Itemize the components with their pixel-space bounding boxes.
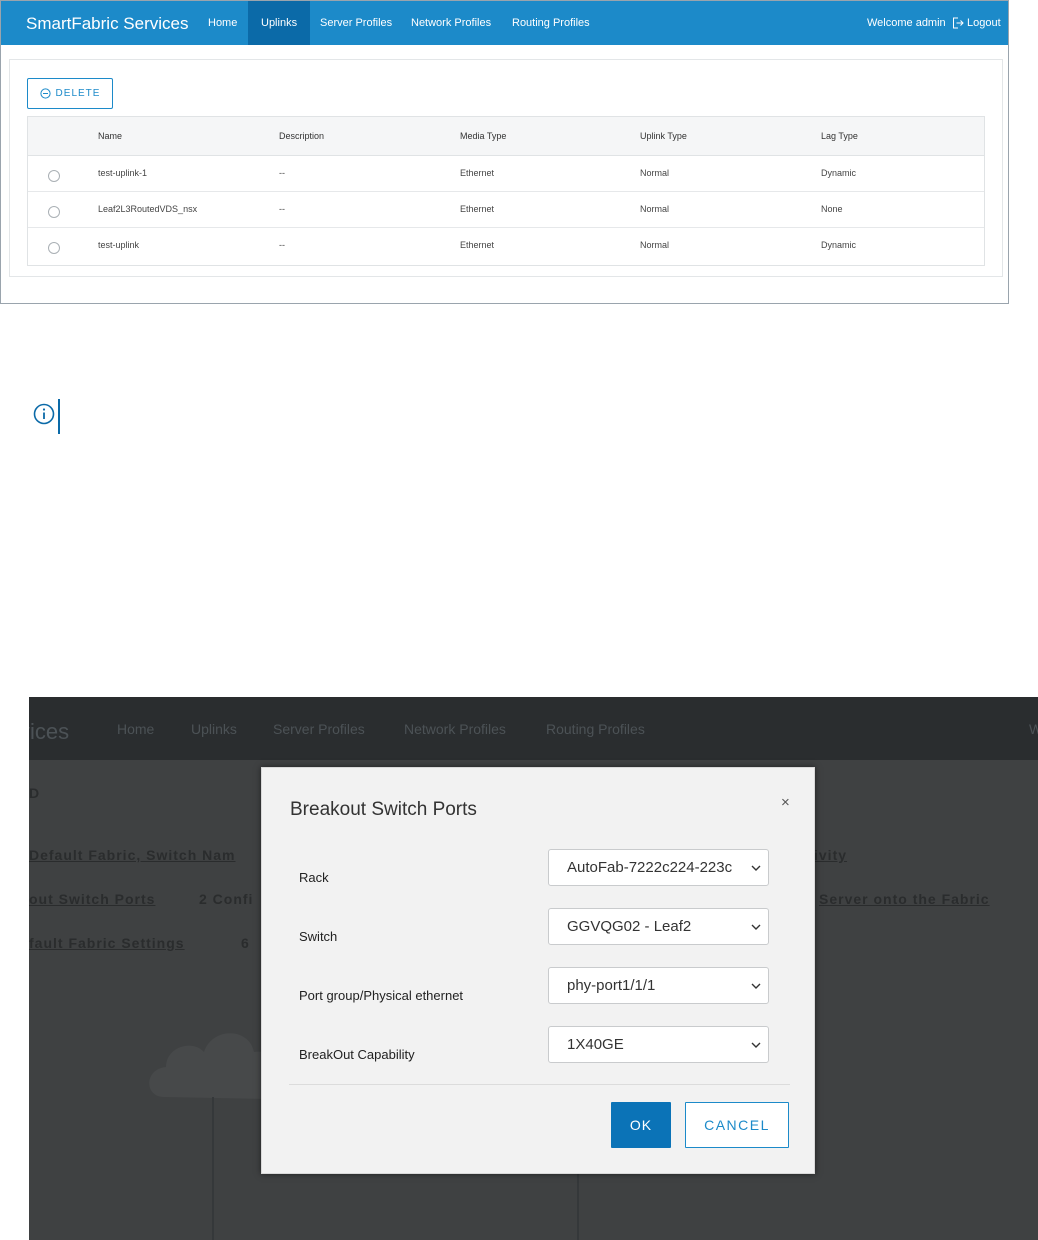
table-row[interactable]: test-uplink-1 -- Ethernet Normal Dynamic (28, 156, 984, 192)
table-row[interactable]: test-uplink -- Ethernet Normal Dynamic (28, 228, 984, 264)
port-group-value: phy-port1/1/1 (567, 977, 656, 994)
breakout-capability-label: BreakOut Capability (299, 1047, 415, 1062)
modal-divider (289, 1084, 790, 1085)
brand-title: SmartFabric Services (26, 14, 189, 33)
cell-name: test-uplink (98, 240, 140, 250)
breakout-switch-ports-modal: Breakout Switch Ports × Rack AutoFab-722… (261, 767, 815, 1174)
cell-uplink-type: Normal (640, 168, 670, 178)
note-divider (58, 399, 60, 434)
chevron-down-icon (751, 865, 761, 871)
column-header-media-type[interactable]: Media Type (460, 131, 506, 141)
dimmed-step-text: D (29, 785, 41, 801)
cell-lag-type: Dynamic (821, 240, 857, 250)
switch-select[interactable]: GGVQG02 - Leaf2 (548, 908, 769, 945)
topology-line (577, 1167, 579, 1240)
dimmed-step-link: ivity (814, 847, 848, 863)
nav-tab-routing-profiles[interactable]: Routing Profiles (499, 1, 603, 45)
dimmed-step-text: 2 Confi (199, 891, 254, 907)
row-select-radio[interactable] (48, 170, 60, 182)
cell-description: -- (279, 204, 285, 214)
ok-button[interactable]: OK (611, 1102, 671, 1148)
cell-description: -- (279, 168, 285, 178)
rack-select[interactable]: AutoFab-7222c224-223c (548, 849, 769, 886)
cancel-button[interactable]: CANCEL (685, 1102, 789, 1148)
dimmed-step-link: fault Fabric Settings (29, 935, 185, 951)
cell-lag-type: Dynamic (821, 168, 857, 178)
dimmed-nav-network-profiles: Network Profiles (404, 721, 506, 737)
chevron-down-icon (751, 924, 761, 930)
logout-label: Logout (967, 17, 1001, 29)
row-select-radio[interactable] (48, 206, 60, 218)
minus-circle-icon (39, 88, 51, 99)
info-icon (33, 403, 55, 425)
dimmed-nav-uplinks: Uplinks (191, 721, 237, 737)
column-header-uplink-type[interactable]: Uplink Type (640, 131, 687, 141)
switch-value: GGVQG02 - Leaf2 (567, 918, 692, 935)
port-group-select[interactable]: phy-port1/1/1 (548, 967, 769, 1004)
switch-label: Switch (299, 929, 338, 944)
dimmed-step-link: out Switch Ports (29, 891, 156, 907)
cell-uplink-type: Normal (640, 204, 670, 214)
topology-line (212, 1097, 214, 1240)
table-row[interactable]: Leaf2L3RoutedVDS_nsx -- Ethernet Normal … (28, 192, 984, 228)
column-header-lag-type[interactable]: Lag Type (821, 131, 858, 141)
column-header-name[interactable]: Name (98, 131, 122, 141)
dimmed-nav-server-profiles: Server Profiles (273, 721, 365, 737)
uplinks-screenshot: SmartFabric Services Home Uplinks Server… (0, 0, 1009, 304)
nav-tab-home[interactable]: Home (195, 1, 250, 45)
rack-value: AutoFab-7222c224-223c (567, 859, 733, 876)
chevron-down-icon (751, 983, 761, 989)
chevron-down-icon (751, 1042, 761, 1048)
delete-label: DELETE (55, 88, 101, 99)
cell-uplink-type: Normal (640, 240, 670, 250)
port-group-label: Port group/Physical ethernet (299, 988, 464, 1003)
dimmed-step-link: Default Fabric, Switch Nam (29, 847, 236, 863)
top-navbar: SmartFabric Services Home Uplinks Server… (1, 1, 1008, 45)
nav-tab-server-profiles[interactable]: Server Profiles (307, 1, 405, 45)
table-header: Name Description Media Type Uplink Type … (28, 117, 984, 156)
breakout-capability-value: 1X40GE (567, 1036, 624, 1053)
dimmed-nav-routing-profiles: Routing Profiles (546, 721, 645, 737)
cell-lag-type: None (821, 204, 843, 214)
rack-label: Rack (299, 870, 329, 885)
cell-media-type: Ethernet (460, 168, 495, 178)
dimmed-navbar: vices Home Uplinks Server Profiles Netwo… (29, 697, 1038, 760)
nav-tab-uplinks[interactable]: Uplinks (248, 1, 311, 45)
delete-button[interactable]: DELETE (27, 78, 113, 109)
cell-media-type: Ethernet (460, 240, 495, 250)
close-icon[interactable]: × (781, 794, 790, 811)
breakout-capability-select[interactable]: 1X40GE (548, 1026, 769, 1063)
uplinks-table: Name Description Media Type Uplink Type … (27, 116, 985, 266)
nav-tab-network-profiles[interactable]: Network Profiles (398, 1, 504, 45)
column-header-description[interactable]: Description (279, 131, 324, 141)
dimmed-nav-welcome: W (1029, 721, 1038, 737)
row-select-radio[interactable] (48, 242, 60, 254)
cell-name: test-uplink-1 (98, 168, 148, 178)
logout-link[interactable]: Logout (952, 1, 1001, 45)
cell-name: Leaf2L3RoutedVDS_nsx (98, 204, 198, 214)
modal-title: Breakout Switch Ports (290, 799, 477, 820)
dimmed-step-link: Server onto the Fabric (819, 891, 990, 907)
dimmed-brand-title: vices (29, 719, 70, 744)
cell-media-type: Ethernet (460, 204, 495, 214)
cell-description: -- (279, 240, 285, 250)
dimmed-step-text: 6 (241, 935, 250, 951)
logout-icon (953, 17, 964, 29)
dimmed-nav-home: Home (117, 721, 155, 737)
welcome-text: Welcome admin (867, 17, 946, 29)
